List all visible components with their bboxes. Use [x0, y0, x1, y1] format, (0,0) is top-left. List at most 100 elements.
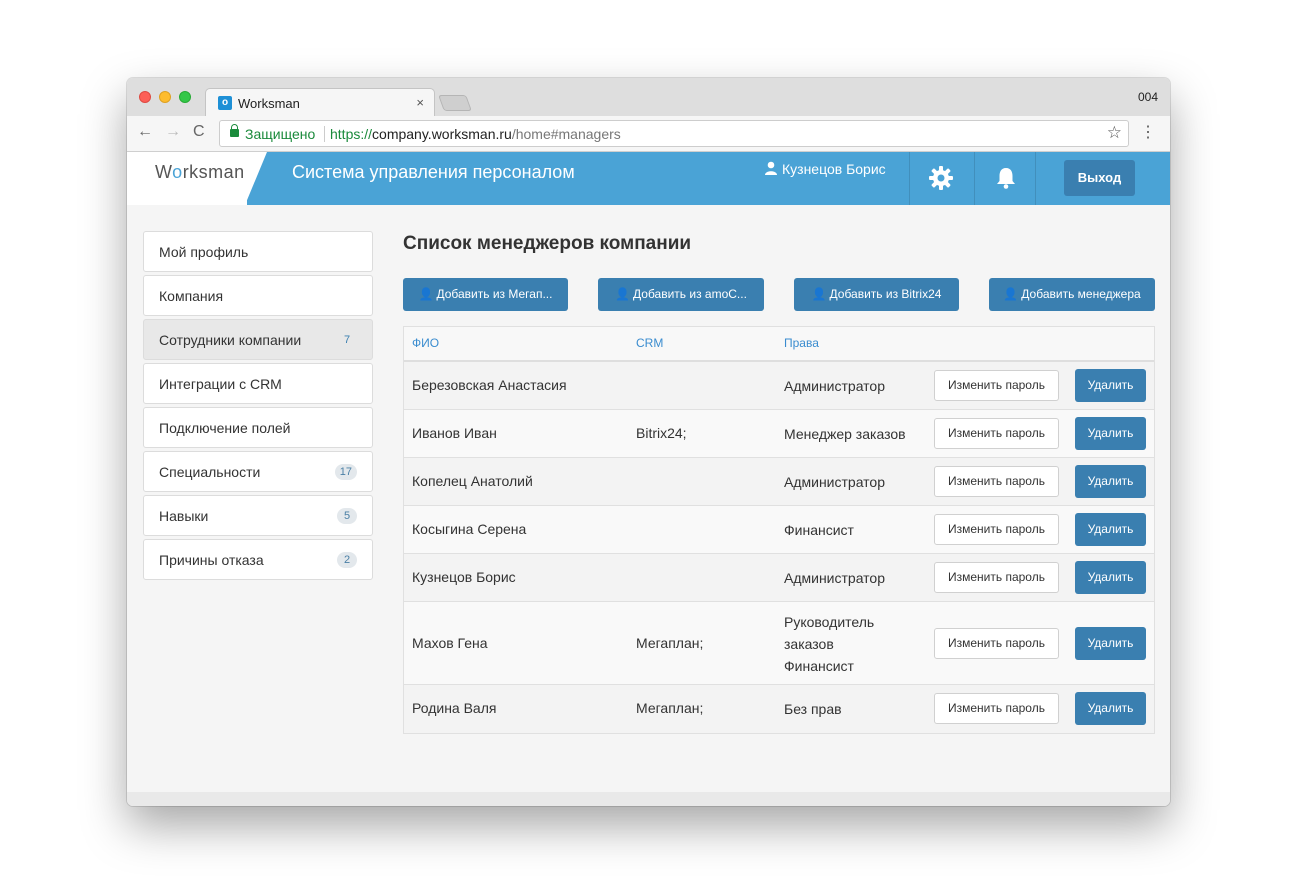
logo-slant [245, 152, 267, 205]
title-bar: o Worksman × 004 [127, 78, 1170, 116]
change-password-button[interactable]: Изменить пароль [934, 466, 1059, 497]
add-from-bitrix24-button[interactable]: 👤 Добавить из Bitrix24 [794, 278, 959, 311]
table-row: Махов Гена Мегаплан; Руководитель заказов Фи… [404, 602, 1154, 685]
rights-line: Без прав [784, 701, 842, 717]
manager-crm: Bitrix24; [636, 425, 687, 441]
rights-line: Менеджер заказов [784, 426, 906, 442]
sidebar-item-label: Навыки [159, 508, 209, 524]
table-row: Березовская Анастасия Администратор Измени… [404, 362, 1154, 410]
add-manager-button[interactable]: 👤 Добавить менеджера [989, 278, 1155, 311]
url-text[interactable]: https://company.worksman.ru/home#manager… [330, 126, 621, 142]
delete-button[interactable]: Удалить [1075, 417, 1146, 450]
user-name: Кузнецов Борис [782, 161, 886, 177]
new-tab-button[interactable] [438, 95, 472, 111]
current-user[interactable]: Кузнецов Борис [764, 161, 886, 177]
delete-button[interactable]: Удалить [1075, 513, 1146, 546]
manager-rights: Менеджер заказов [784, 423, 906, 445]
manager-name: Косыгина Серена [412, 521, 527, 537]
bell-icon[interactable] [996, 167, 1016, 189]
user-icon: 👤 [418, 287, 434, 301]
bookmark-star-icon[interactable]: ☆ [1107, 123, 1122, 143]
browser-tab[interactable]: o Worksman × [205, 88, 435, 116]
header-divider [1035, 152, 1036, 205]
manager-name: Березовская Анастасия [412, 377, 567, 393]
delete-button[interactable]: Удалить [1075, 465, 1146, 498]
change-password-button[interactable]: Изменить пароль [934, 514, 1059, 545]
manager-crm: Мегаплан; [636, 634, 704, 651]
sidebar-item-label: Интеграции с CRM [159, 376, 282, 392]
address-bar[interactable]: Защищено https://company.worksman.ru/hom… [219, 120, 1129, 147]
change-password-button[interactable]: Изменить пароль [934, 627, 1059, 659]
sidebar-item-skills[interactable]: Навыки 5 [143, 495, 373, 536]
sidebar-item-specialties[interactable]: Специальности 17 [143, 451, 373, 492]
lock-icon [230, 124, 239, 137]
delete-button[interactable]: Удалить [1075, 626, 1146, 660]
user-icon: 👤 [1003, 287, 1019, 301]
logo-text-end: rksman [182, 162, 245, 182]
change-password-button[interactable]: Изменить пароль [934, 418, 1059, 449]
sidebar-item-profile[interactable]: Мой профиль [143, 231, 373, 272]
reload-icon[interactable]: C [193, 123, 205, 141]
manager-name: Кузнецов Борис [412, 569, 516, 585]
window-counter: 004 [1137, 90, 1158, 104]
gear-icon[interactable] [928, 165, 954, 191]
sidebar-item-field-mapping[interactable]: Подключение полей [143, 407, 373, 448]
browser-menu-icon[interactable]: ⋮ [1140, 122, 1156, 142]
page-title: Список менеджеров компании [403, 233, 692, 254]
count-badge: 2 [337, 552, 357, 568]
manager-name: Копелец Анатолий [412, 473, 533, 489]
tab-close-icon[interactable]: × [416, 95, 424, 110]
column-header-rights[interactable]: Права [784, 336, 819, 350]
rights-line: Администратор [784, 570, 886, 586]
back-arrow-icon[interactable]: ← [137, 123, 153, 141]
table-header: ФИО CRM Права [404, 327, 1154, 362]
manager-rights: Администратор [784, 375, 885, 397]
app-header: Worksman Система управления персоналом К… [127, 152, 1170, 205]
managers-table: ФИО CRM Права Березовская Анастасия Админ… [403, 326, 1155, 734]
sidebar-item-company[interactable]: Компания [143, 275, 373, 316]
add-from-amocrm-button[interactable]: 👤 Добавить из amoC... [598, 278, 764, 311]
table-row: Кузнецов Борис Администратор Изменить паро… [404, 554, 1154, 602]
tab-title: Worksman [238, 96, 300, 111]
manager-rights: Финансист [784, 519, 854, 541]
rights-line: Финансист [784, 657, 854, 674]
manager-name: Родина Валя [412, 700, 497, 716]
forward-arrow-icon[interactable]: → [165, 123, 181, 141]
table-body: Березовская Анастасия Администратор Измени… [404, 362, 1154, 733]
change-password-button[interactable]: Изменить пароль [934, 562, 1059, 593]
rights-line: Администратор [784, 378, 886, 394]
logo-text-start: W [155, 162, 173, 182]
change-password-button[interactable]: Изменить пароль [934, 693, 1059, 724]
user-icon: 👤 [811, 287, 827, 301]
maximize-window-button[interactable] [179, 91, 191, 103]
sidebar-item-crm-integrations[interactable]: Интеграции с CRM [143, 363, 373, 404]
column-header-crm[interactable]: CRM [636, 336, 663, 350]
close-window-button[interactable] [139, 91, 151, 103]
browser-toolbar: ← → C Защищено https://company.worksman.… [127, 116, 1170, 152]
delete-button[interactable]: Удалить [1075, 692, 1146, 725]
manager-name: Иванов Иван [412, 425, 497, 441]
logo-area: Worksman [127, 152, 247, 205]
logout-button[interactable]: Выход [1064, 160, 1135, 196]
url-host: company.worksman.ru [372, 126, 512, 142]
manager-rights: Администратор [784, 471, 885, 493]
delete-button[interactable]: Удалить [1075, 561, 1146, 594]
delete-button[interactable]: Удалить [1075, 369, 1146, 402]
main-content: Список менеджеров компании 👤 Добавить из … [403, 231, 1155, 734]
manager-rights: Руководитель заказов Финансист [784, 611, 874, 677]
url-separator [324, 126, 325, 142]
logo[interactable]: Worksman [155, 162, 245, 183]
table-row: Копелец Анатолий Администратор Изменить па… [404, 458, 1154, 506]
sidebar-item-rejection-reasons[interactable]: Причины отказа 2 [143, 539, 373, 580]
rights-line: Финансист [784, 522, 854, 538]
user-icon: 👤 [615, 287, 631, 301]
sidebar-item-label: Мой профиль [159, 244, 249, 260]
sidebar-item-employees[interactable]: Сотрудники компании 7 [143, 319, 373, 360]
minimize-window-button[interactable] [159, 91, 171, 103]
change-password-button[interactable]: Изменить пароль [934, 370, 1059, 401]
add-from-megaplan-button[interactable]: 👤 Добавить из Мегап... [403, 278, 568, 311]
column-header-name[interactable]: ФИО [412, 336, 439, 350]
bottom-strip [127, 792, 1170, 806]
url-path: /home#managers [511, 126, 621, 142]
table-row: Косыгина Серена Финансист Изменить пароль У… [404, 506, 1154, 554]
